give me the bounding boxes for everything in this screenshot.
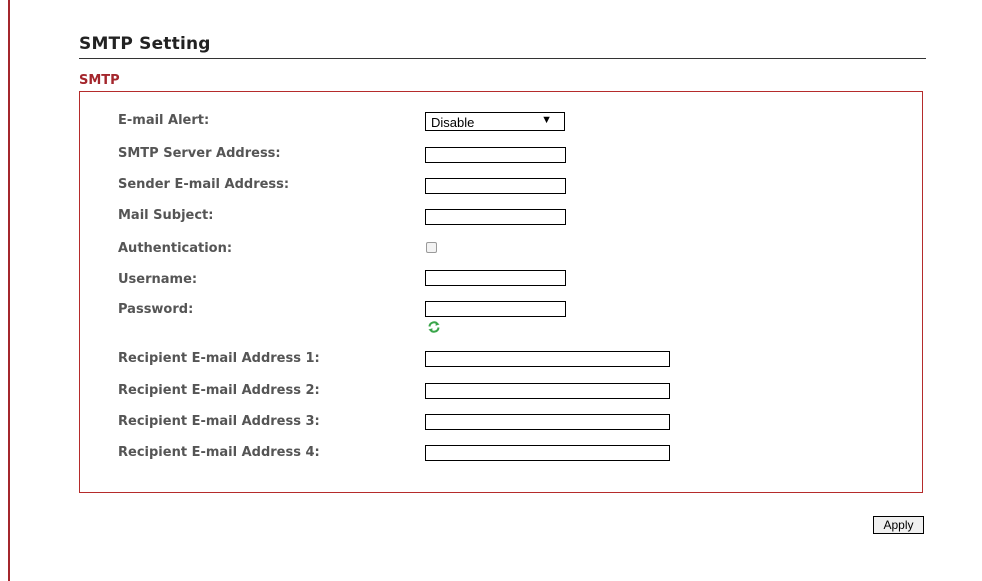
recipient-4-label: Recipient E-mail Address 4: (118, 445, 320, 460)
authentication-checkbox[interactable] (426, 242, 437, 253)
page-title: SMTP Setting (79, 34, 211, 54)
recipient-4-input[interactable] (425, 445, 670, 461)
recipient-1-label: Recipient E-mail Address 1: (118, 351, 320, 366)
title-divider (79, 58, 926, 59)
email-alert-label: E-mail Alert: (118, 113, 210, 128)
password-input[interactable] (425, 301, 566, 317)
apply-button[interactable]: Apply (873, 516, 924, 534)
refresh-icon[interactable] (427, 320, 441, 334)
email-alert-select[interactable]: Disable ▼ (425, 112, 565, 131)
username-label: Username: (118, 272, 198, 287)
sender-email-label: Sender E-mail Address: (118, 177, 290, 192)
email-alert-selected-value: Disable (431, 115, 475, 130)
dropdown-arrow-icon: ▼ (541, 114, 552, 126)
left-border-rule (8, 0, 10, 581)
recipient-2-label: Recipient E-mail Address 2: (118, 383, 320, 398)
section-title: SMTP (79, 73, 120, 88)
smtp-server-label: SMTP Server Address: (118, 146, 281, 161)
smtp-server-input[interactable] (425, 147, 566, 163)
sender-email-input[interactable] (425, 178, 566, 194)
recipient-3-input[interactable] (425, 414, 670, 430)
recipient-1-input[interactable] (425, 351, 670, 367)
password-label: Password: (118, 302, 194, 317)
mail-subject-label: Mail Subject: (118, 208, 214, 223)
mail-subject-input[interactable] (425, 209, 566, 225)
recipient-2-input[interactable] (425, 383, 670, 399)
recipient-3-label: Recipient E-mail Address 3: (118, 414, 320, 429)
authentication-label: Authentication: (118, 241, 233, 256)
username-input[interactable] (425, 270, 566, 286)
